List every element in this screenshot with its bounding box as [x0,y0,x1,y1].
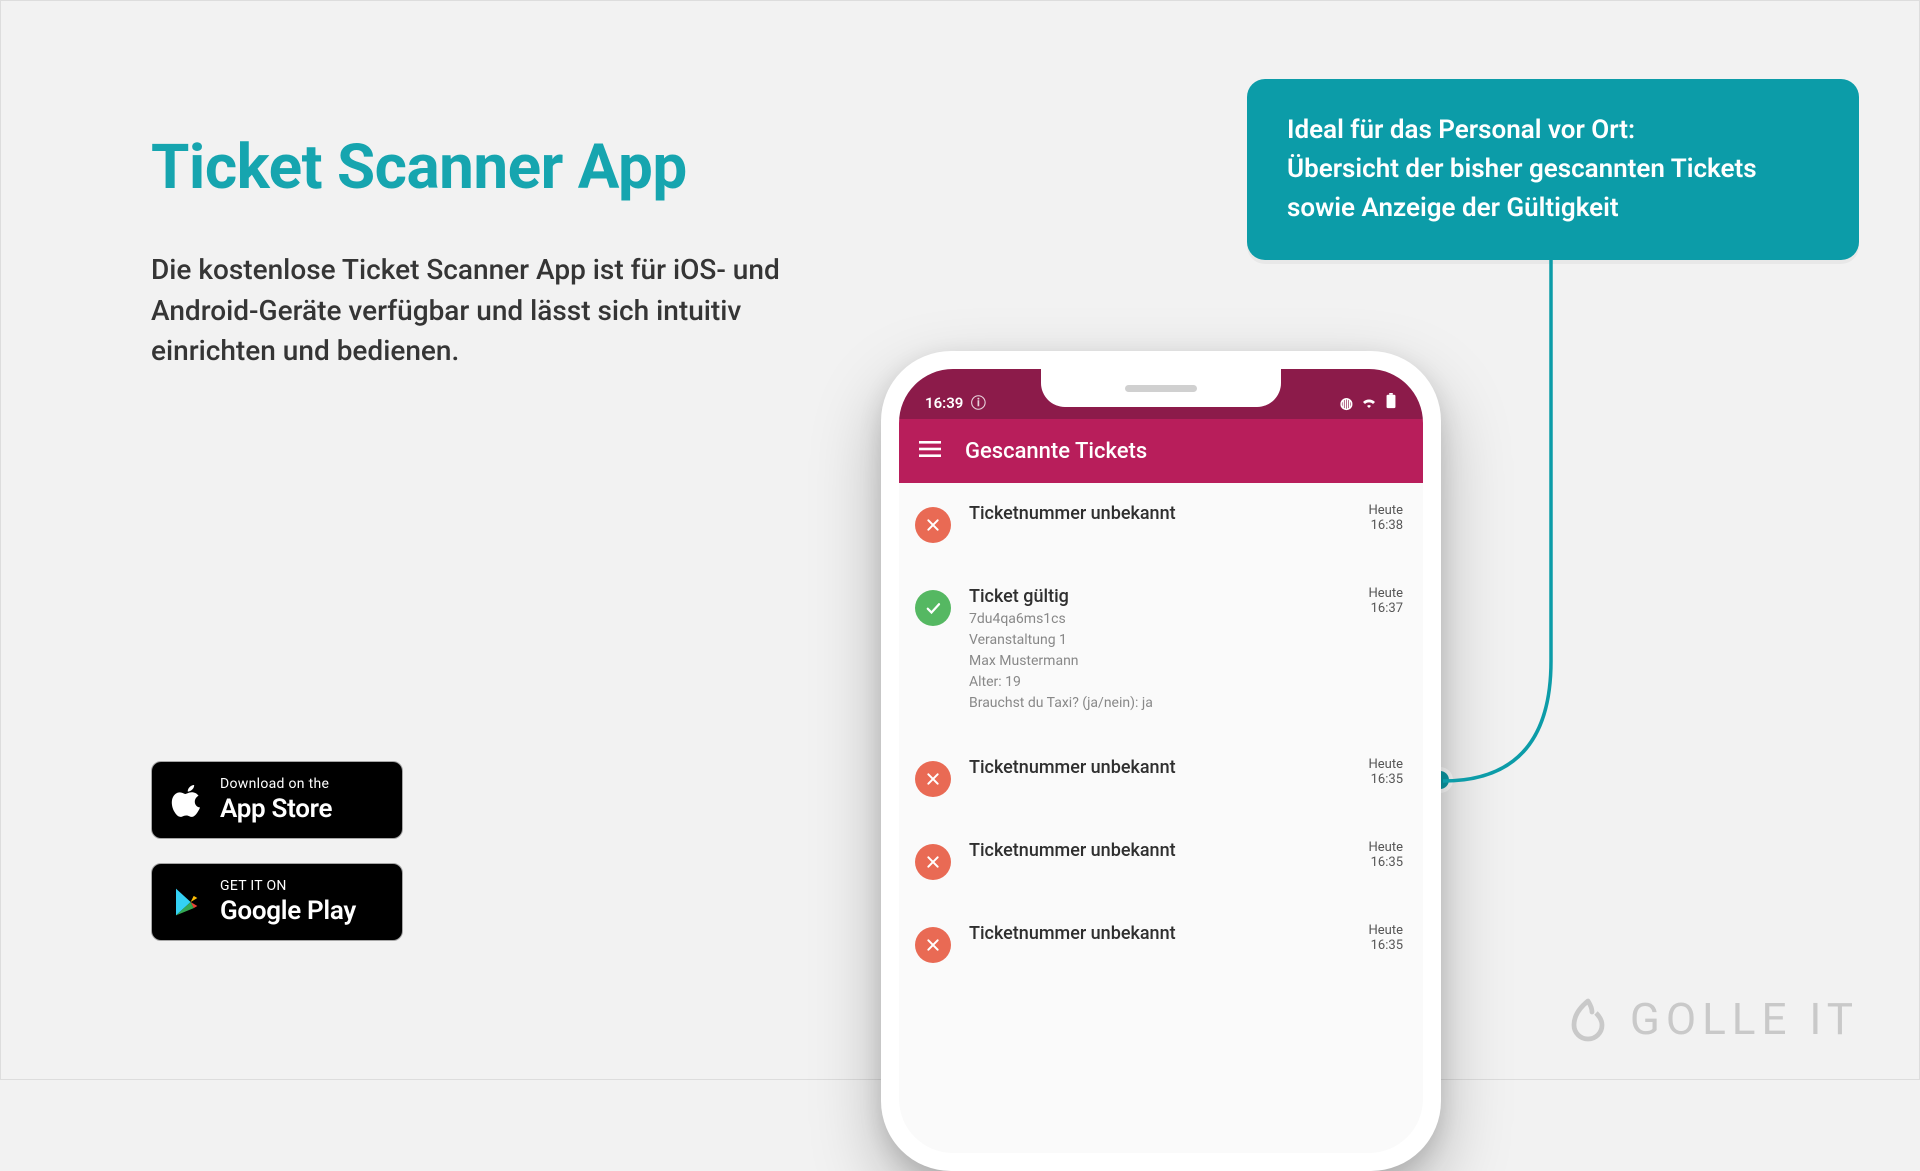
google-play-big-text: Google Play [220,896,356,926]
app-store-small-text: Download on the [220,776,332,792]
brand-logo: GOLLE IT [1564,993,1859,1045]
list-item[interactable]: Ticketnummer unbekannt Heute16:38 [899,483,1423,564]
page-title: Ticket Scanner App [151,131,791,204]
appbar-title: Gescannte Tickets [965,439,1147,464]
list-item[interactable]: Ticket gültig7du4qa6ms1csVeranstaltung 1… [899,566,1423,735]
apple-icon [168,780,208,820]
callout-line-1: Ideal für das Personal vor Ort: [1287,111,1819,150]
list-item[interactable]: Ticketnummer unbekannt Heute16:35 [899,820,1423,901]
google-play-small-text: GET IT ON [220,878,356,894]
ticket-timestamp: Heute16:35 [1369,757,1403,797]
ticket-timestamp: Heute16:35 [1369,840,1403,880]
callout-line-2: Übersicht der bisher gescannten Tickets … [1287,150,1819,228]
app-store-big-text: App Store [220,794,332,824]
page-description: Die kostenlose Ticket Scanner App ist fü… [151,250,791,372]
brand-name: GOLLE IT [1630,993,1859,1045]
x-icon [915,844,951,880]
statusbar-time: 16:39 ⓘ [925,392,986,413]
ticket-title: Ticketnummer unbekannt [969,840,1351,861]
ticket-title: Ticketnummer unbekannt [969,503,1351,524]
ticket-timestamp: Heute16:35 [1369,923,1403,963]
check-icon [915,590,951,626]
list-item[interactable]: Ticketnummer unbekannt Heute16:35 [899,737,1423,818]
callout-connector-line [1441,241,1641,801]
ticket-title: Ticket gültig [969,586,1351,607]
google-play-badge[interactable]: GET IT ON Google Play [151,863,403,941]
list-item[interactable]: Ticketnummer unbekannt Heute16:35 [899,903,1423,984]
battery-icon [1385,393,1397,413]
ticket-timestamp: Heute16:37 [1369,586,1403,714]
x-icon [915,507,951,543]
x-icon [915,927,951,963]
ticket-title: Ticketnummer unbekannt [969,757,1351,778]
ticket-timestamp: Heute16:38 [1369,503,1403,543]
wifi-icon [1361,394,1377,412]
ticket-title: Ticketnummer unbekannt [969,923,1351,944]
scanned-tickets-list[interactable]: Ticketnummer unbekannt Heute16:38 Ticket g… [899,483,1423,984]
hamburger-icon[interactable] [919,437,943,465]
phone-mockup: 16:39 ⓘ ◍ Gescannte Tickets Ticketnum [881,351,1441,1171]
x-icon [915,761,951,797]
ticket-details: 7du4qa6ms1csVeranstaltung 1Max Musterman… [969,609,1351,714]
vibrate-icon: ◍ [1340,394,1353,412]
google-play-icon [168,882,208,922]
appbar: Gescannte Tickets [899,419,1423,483]
app-store-badge[interactable]: Download on the App Store [151,761,403,839]
feature-callout: Ideal für das Personal vor Ort: Übersich… [1247,79,1859,260]
